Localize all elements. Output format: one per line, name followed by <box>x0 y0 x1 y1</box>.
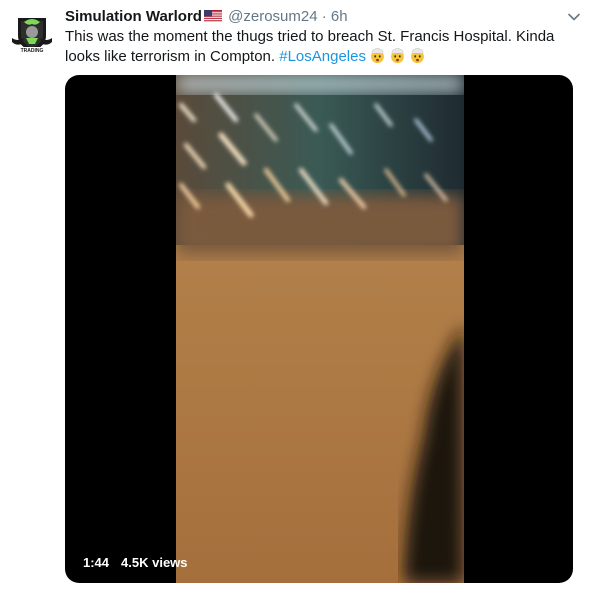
us-flag-icon <box>203 10 222 22</box>
exploding-head-emoji-icon <box>391 48 404 64</box>
video-views: 4.5K views <box>121 554 188 570</box>
tweet-header: Simulation Warlord @zerosum24 · 6h <box>65 7 348 27</box>
tweet[interactable]: TRADING Simulation Warlord @zerosum24 · … <box>0 0 595 593</box>
avatar[interactable]: TRADING <box>8 8 56 56</box>
meta-separator: · <box>321 8 327 25</box>
team-logo-avatar-icon: TRADING <box>8 8 56 56</box>
video-frame[interactable] <box>176 75 464 583</box>
chevron-down-icon[interactable] <box>567 10 581 24</box>
video-overlay: 1:44 4.5K views <box>75 549 196 575</box>
exploding-head-emoji-icon <box>411 48 424 64</box>
exploding-head-emoji-icon <box>371 48 384 64</box>
video-duration: 1:44 <box>83 554 110 570</box>
tweet-timestamp[interactable]: 6h <box>331 8 348 25</box>
author-handle[interactable]: @zerosum24 <box>228 8 317 25</box>
tweet-text: This was the moment the thugs tried to b… <box>65 27 580 67</box>
video-thumbnail <box>176 75 464 583</box>
hashtag-link[interactable]: #LosAngeles <box>279 48 366 65</box>
avatar-text: TRADING <box>21 48 44 54</box>
author-name[interactable]: Simulation Warlord <box>65 8 202 25</box>
video-player[interactable]: 1:44 4.5K views <box>65 75 573 583</box>
